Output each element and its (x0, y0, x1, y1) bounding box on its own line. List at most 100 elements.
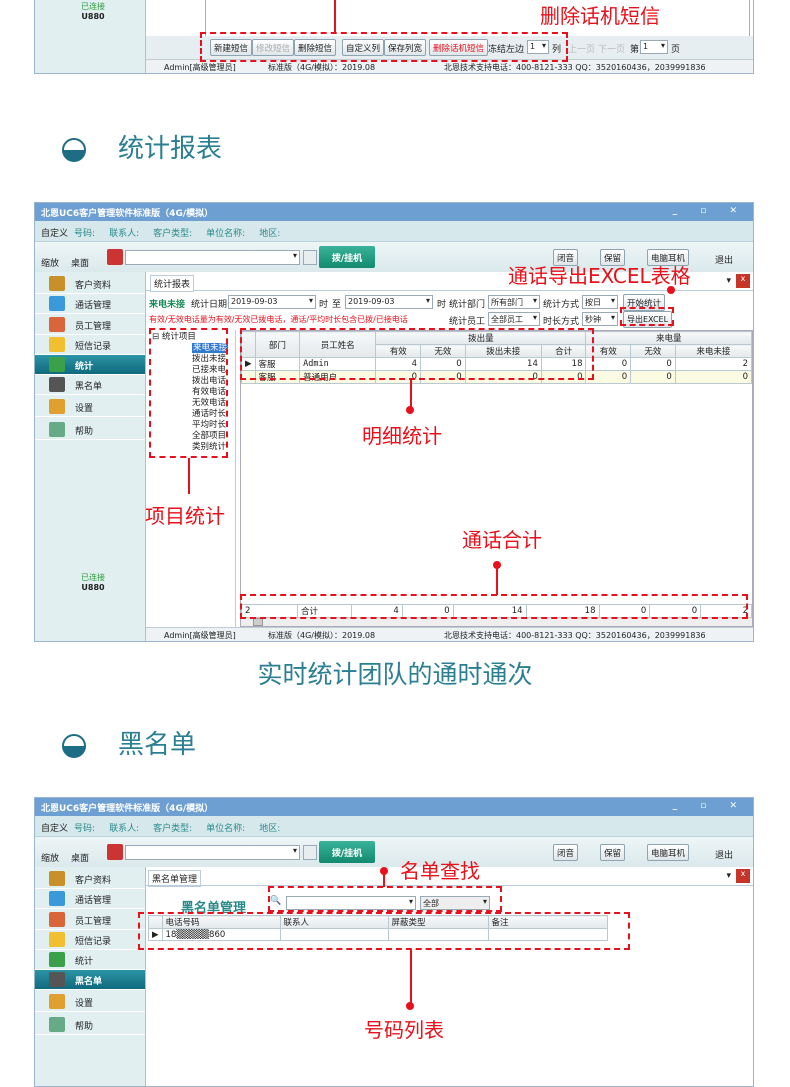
annotation-box-items (149, 328, 228, 458)
page-select[interactable]: 1 (640, 40, 668, 54)
close-tab-icon[interactable]: x (736, 869, 750, 883)
annotation-total: 通话合计 (462, 528, 542, 552)
close-tab-icon[interactable]: x (736, 274, 750, 288)
filter-field[interactable]: 地区: (259, 824, 280, 834)
tab-dropdown-icon[interactable]: ▾ (726, 276, 731, 286)
col-group-incoming: 来电量 (585, 331, 752, 345)
duration-select[interactable]: 秒钟 (582, 312, 618, 326)
tab-blacklist[interactable]: 黑名单管理 (148, 870, 202, 887)
keypad-icon[interactable] (303, 250, 317, 265)
dept-select[interactable]: 所有部门 (488, 295, 540, 309)
sidebar-item-sms[interactable]: 短信记录 (35, 335, 145, 355)
filter-field[interactable]: 客户类型: (153, 824, 192, 834)
annotation-detail: 明细统计 (362, 424, 442, 448)
sidebar: 客户资料 通话管理 员工管理短信记录统计 黑名单 设置帮助 (35, 867, 146, 1086)
value-cell[interactable]: 0 (674, 370, 753, 384)
sidebar-item-staff[interactable]: 员工管理 (35, 910, 145, 930)
prev-page-button[interactable]: 上一页 (568, 42, 595, 55)
annotation-box-total (240, 594, 748, 619)
value-cell[interactable]: 2 (674, 357, 753, 371)
value-cell[interactable]: 0 (630, 370, 676, 384)
sidebar-item-settings[interactable]: 设置 (35, 992, 145, 1012)
zoom-checkbox[interactable]: 缩放 (41, 851, 59, 864)
horizontal-scrollbar[interactable] (241, 618, 752, 626)
dial-number-input[interactable] (125, 250, 300, 265)
annotation-items: 项目统计 (145, 504, 225, 528)
filter-bar: 自定义 号码: 联系人: 客户类型: 单位名称: 地区: (35, 816, 753, 837)
col-in-1[interactable]: 无效 (630, 344, 676, 358)
sidebar-item-help[interactable]: 帮助 (35, 420, 145, 440)
exit-button[interactable]: 退出 (715, 253, 733, 266)
sidebar-item-staff[interactable]: 员工管理 (35, 315, 145, 335)
filter-field[interactable]: 联系人: (109, 229, 139, 239)
window-controls[interactable]: _ ▫ ✕ (673, 206, 747, 216)
mute-button[interactable]: 闭音 (553, 844, 579, 861)
filter-field[interactable]: 地区: (259, 229, 280, 239)
hold-button[interactable]: 保留 (600, 844, 626, 861)
method-label: 统计方式 (543, 300, 580, 310)
sidebar-item-settings[interactable]: 设置 (35, 397, 145, 417)
section-heading-blacklist: 黑名单 (62, 724, 196, 761)
sidebar-item-label: 员工管理 (75, 322, 112, 332)
desktop-checkbox[interactable]: 桌面 (71, 256, 89, 269)
value-cell[interactable]: 0 (630, 357, 676, 371)
dial-hangup-button[interactable]: 拨/挂机 (319, 246, 375, 268)
filter-field[interactable]: 自定义 (41, 824, 68, 834)
zoom-checkbox[interactable]: 缩放 (41, 256, 59, 269)
dial-number-input[interactable] (125, 845, 300, 860)
filter-field[interactable]: 号码: (74, 824, 95, 834)
sms-icon (49, 337, 65, 352)
sidebar-item-blacklist[interactable]: 黑名单 (35, 970, 145, 990)
date-from-picker[interactable]: 2019-09-03 (228, 295, 316, 309)
section-bullet-icon (62, 137, 86, 162)
headset-button[interactable]: 电脑耳机 (647, 844, 690, 861)
sidebar-item-stats[interactable]: 统计 (35, 950, 145, 970)
filter-field[interactable]: 自定义 (41, 229, 68, 239)
keypad-icon[interactable] (303, 845, 317, 860)
filter-field[interactable]: 单位名称: (206, 824, 245, 834)
sidebar-item-sms[interactable]: 短信记录 (35, 930, 145, 950)
sidebar-item-calls[interactable]: 通话管理 (35, 889, 145, 909)
tab-stats-report[interactable]: 统计报表 (150, 275, 195, 292)
blacklist-icon (49, 377, 65, 392)
tab-dropdown-icon[interactable]: ▾ (726, 871, 731, 881)
sidebar-item-customers[interactable]: 客户资料 (35, 869, 145, 889)
window-title: 北恩UC6客户管理软件标准版（4G/模拟） (41, 209, 214, 219)
annotation-line (383, 871, 385, 887)
staff-icon (49, 912, 65, 927)
desktop-checkbox[interactable]: 桌面 (71, 851, 89, 864)
status-version: 标准版（4G/模拟）：2019.08 (268, 631, 376, 640)
annotation-line (334, 0, 336, 32)
section-bullet-icon (62, 733, 86, 758)
sidebar-item-label: 统计 (75, 362, 94, 372)
phone-icon (107, 249, 123, 265)
sidebar: 已连接 U880 (35, 0, 146, 73)
filter-field[interactable]: 客户类型: (153, 229, 192, 239)
next-page-button[interactable]: 下一页 (598, 42, 625, 55)
to-label: 至 (332, 300, 342, 310)
filter-field[interactable]: 单位名称: (206, 229, 245, 239)
filter-field[interactable]: 号码: (74, 229, 95, 239)
status-bar: Admin[高级管理员] 标准版（4G/模拟）：2019.08 北恩技术支持电话：4… (146, 627, 753, 641)
staff-select[interactable]: 全部员工 (488, 312, 540, 326)
sidebar-item-calls[interactable]: 通话管理 (35, 294, 145, 314)
filter-field[interactable]: 联系人: (109, 824, 139, 834)
sidebar-item-label: 设置 (75, 404, 94, 414)
col-in-2[interactable]: 来电未接 (674, 344, 753, 358)
sidebar-item-help[interactable]: 帮助 (35, 1015, 145, 1035)
section-title: 统计报表 (118, 134, 223, 164)
sidebar-item-stats[interactable]: 统计 (35, 355, 145, 375)
method-select[interactable]: 按日 (582, 295, 618, 309)
exit-button[interactable]: 退出 (715, 848, 733, 861)
dial-hangup-button[interactable]: 拨/挂机 (319, 841, 375, 863)
sms-icon (49, 932, 65, 947)
annotation-line (410, 950, 412, 1006)
sidebar-item-blacklist[interactable]: 黑名单 (35, 375, 145, 395)
section-title: 黑名单 (118, 730, 197, 760)
window-controls[interactable]: _ ▫ ✕ (673, 801, 747, 811)
time-label-2: 时 (437, 300, 447, 310)
sidebar-item-customers[interactable]: 客户资料 (35, 274, 145, 294)
date-to-picker[interactable]: 2019-09-03 (345, 295, 433, 309)
customer-icon (49, 871, 65, 886)
sidebar-item-label: 短信记录 (75, 937, 112, 947)
